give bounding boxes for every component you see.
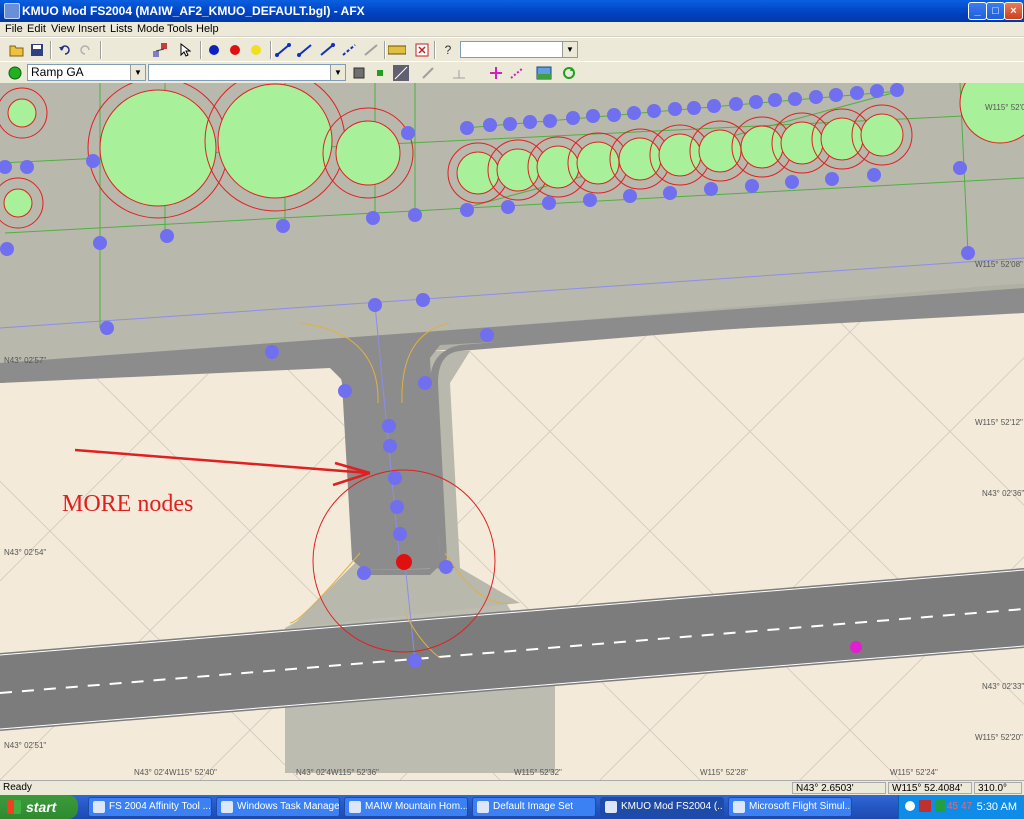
ruler-icon[interactable] [388, 41, 406, 59]
map-view[interactable]: MORE nodes N43° 02'57" N43° 02'54" N43° … [0, 83, 1024, 780]
status-bar: Ready N43° 2.6503' W115° 52.4084' 310.0° [0, 780, 1024, 795]
link-tool-3-icon[interactable] [318, 41, 336, 59]
task-default-image-set[interactable]: Default Image Set [472, 797, 596, 817]
task-affinity-tool[interactable]: FS 2004 Affinity Tool ... [88, 797, 212, 817]
status-latitude: N43° 2.6503' [792, 782, 886, 794]
yellow-node-icon[interactable] [247, 41, 265, 59]
red-node-icon[interactable] [226, 41, 244, 59]
link-disabled-icon[interactable] [362, 41, 380, 59]
toolbar-combo[interactable]: ▼ [460, 41, 578, 58]
app-icon [221, 801, 233, 813]
maximize-button[interactable]: □ [986, 2, 1005, 20]
menu-lists[interactable]: Lists [110, 23, 133, 35]
lon-label: W115° 52'32" [514, 768, 562, 777]
menu-insert[interactable]: Insert [78, 23, 106, 35]
chevron-down-icon: ▼ [130, 65, 145, 80]
menu-help[interactable]: Help [196, 23, 219, 35]
app-icon [4, 3, 20, 19]
redo-icon[interactable] [76, 41, 94, 59]
add-node-icon[interactable] [487, 64, 505, 82]
lat-label: N43° 02'36" [982, 489, 1024, 498]
lat-label: N43° 02'33" [982, 682, 1024, 691]
tray-app-icon[interactable] [919, 800, 931, 812]
menu-mode[interactable]: Mode [137, 23, 165, 35]
help-icon[interactable]: ? [439, 41, 457, 59]
undo-icon[interactable] [56, 41, 74, 59]
window-title: KMUO Mod FS2004 (MAIW_AF2_KMUO_DEFAULT.b… [22, 4, 365, 18]
status-ready: Ready [3, 782, 32, 793]
multi-link-icon[interactable] [340, 41, 358, 59]
bottom-label: N43° 02'4W115° 52'40" [134, 768, 217, 777]
link-tool-2-icon[interactable] [296, 41, 314, 59]
status-longitude: W115° 52.4084' [888, 782, 972, 794]
minimize-button[interactable]: _ [968, 2, 987, 20]
lon-label: W115° 52'28" [700, 768, 748, 777]
pointer-icon[interactable] [176, 41, 194, 59]
magenta-marker [850, 641, 862, 653]
tray-monitor-icon[interactable] [935, 800, 945, 812]
menu-tools[interactable]: Tools [167, 23, 193, 35]
map-canvas[interactable]: MORE nodes N43° 02'57" N43° 02'54" N43° … [0, 83, 1024, 780]
lat-label: N43° 02'57" [4, 356, 46, 365]
task-afx[interactable]: KMUO Mod FS2004 (... [600, 797, 724, 817]
open-folder-icon[interactable] [8, 41, 26, 59]
lon-label: W115° 52'12" [975, 418, 1023, 427]
selected-node [396, 554, 412, 570]
green-status-icon[interactable] [6, 64, 24, 82]
pen-icon[interactable] [420, 64, 438, 82]
annotation-text: MORE nodes [62, 491, 193, 517]
app-icon [93, 801, 105, 813]
angle-icon[interactable] [450, 64, 468, 82]
lon-label: W115° 52'04" [985, 103, 1024, 112]
menu-edit[interactable]: Edit [27, 23, 46, 35]
folder-icon [477, 801, 489, 813]
clock: 5:30 AM [976, 801, 1017, 813]
taskbar: start FS 2004 Affinity Tool ... Windows … [0, 795, 1024, 819]
chevron-down-icon: ▼ [562, 42, 577, 57]
menu-bar: File Edit View Insert Lists Mode Tools H… [0, 22, 1024, 36]
network-icon[interactable] [151, 41, 169, 59]
lon-label: W115° 52'08" [975, 260, 1023, 269]
link-tool-icon[interactable] [274, 41, 292, 59]
tray-number: 45 [947, 801, 959, 812]
gray-square-icon[interactable] [350, 64, 368, 82]
system-tray: 45 47 5:30 AM [898, 795, 1024, 819]
secondary-toolbar: Ramp GA ▼ ▼ [0, 61, 1024, 84]
close-button[interactable]: × [1004, 2, 1023, 20]
main-toolbar: ? ▼ [0, 37, 1024, 62]
chevron-down-icon: ▼ [330, 65, 345, 80]
tray-number: 47 [961, 801, 973, 812]
lat-label: N43° 02'51" [4, 741, 46, 750]
annotation-arrow [74, 448, 369, 475]
parking-type-select[interactable]: Ramp GA ▼ [27, 64, 146, 81]
refresh-icon[interactable] [560, 64, 578, 82]
bottom-label: N43° 02'4W115° 52'36" [296, 768, 379, 777]
task-flight-simulator[interactable]: Microsoft Flight Simul... [728, 797, 852, 817]
save-icon[interactable] [28, 41, 46, 59]
windows-flag-icon [7, 800, 21, 814]
start-button[interactable]: start [0, 795, 78, 819]
app-icon [605, 801, 617, 813]
secondary-select[interactable]: ▼ [148, 64, 346, 81]
lat-label: N43° 02'54" [4, 548, 46, 557]
blue-node-icon[interactable] [205, 41, 223, 59]
menu-file[interactable]: File [5, 23, 23, 35]
menu-view[interactable]: View [51, 23, 75, 35]
folder-icon [349, 801, 361, 813]
tray-chevron-icon[interactable] [905, 801, 915, 811]
image-icon[interactable] [535, 64, 553, 82]
green-square-icon[interactable] [371, 64, 389, 82]
lon-label: W115° 52'24" [890, 768, 938, 777]
task-task-manager[interactable]: Windows Task Manager [216, 797, 340, 817]
delete-icon[interactable] [413, 41, 431, 59]
status-heading: 310.0° [974, 782, 1022, 794]
title-bar: KMUO Mod FS2004 (MAIW_AF2_KMUO_DEFAULT.b… [0, 0, 1024, 22]
task-maiw[interactable]: MAIW Mountain Hom... [344, 797, 468, 817]
plane-icon [733, 801, 745, 813]
line-tool-icon[interactable] [392, 64, 410, 82]
add-link-icon[interactable] [508, 64, 526, 82]
lon-label: W115° 52'20" [975, 733, 1023, 742]
